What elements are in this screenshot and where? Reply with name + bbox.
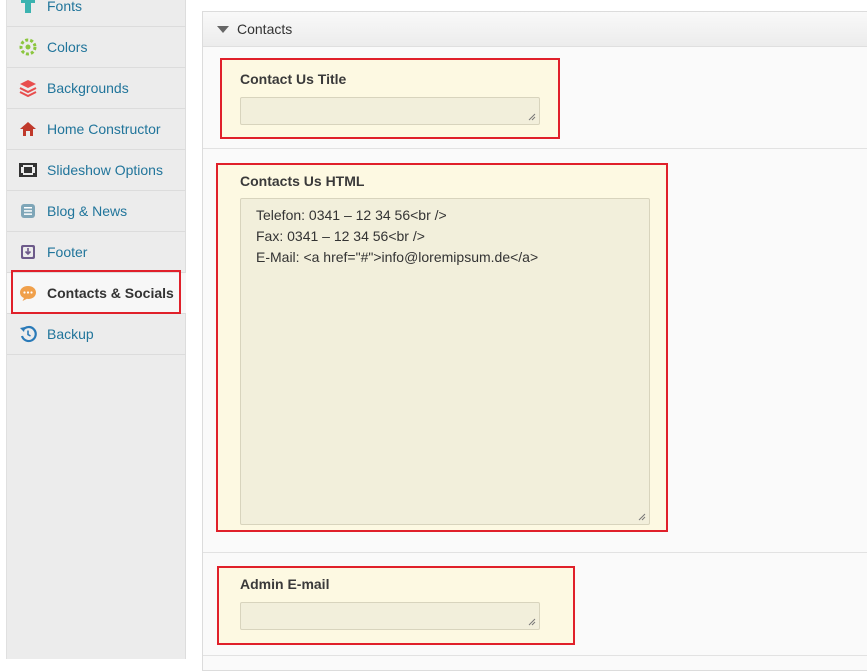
admin-email-field: Admin E-mail: [217, 566, 575, 645]
sidebar-item-label: Home Constructor: [47, 121, 161, 137]
sidebar-item-label: Colors: [47, 39, 88, 55]
chat-bubble-icon: [20, 286, 36, 301]
film-icon: [19, 163, 37, 177]
sidebar-item-label: Backup: [47, 326, 94, 342]
row-divider: [203, 655, 867, 656]
sidebar-item-home-constructor[interactable]: Home Constructor: [7, 109, 186, 150]
contacts-html-field: Contacts Us HTML Telefon: 0341 – 12 34 5…: [216, 163, 668, 532]
home-icon: [20, 122, 36, 136]
contact-title-input[interactable]: [240, 97, 540, 125]
sidebar-item-footer[interactable]: Footer: [7, 232, 186, 273]
admin-email-label: Admin E-mail: [240, 576, 330, 592]
backup-icon: [20, 325, 37, 343]
row-divider: [203, 148, 867, 149]
sidebar-item-colors[interactable]: Colors: [7, 27, 186, 68]
row-divider: [203, 552, 867, 553]
resize-grip-icon[interactable]: [638, 513, 646, 521]
section-title: Contacts: [237, 21, 293, 37]
sidebar-item-label: Backgrounds: [47, 80, 129, 96]
contact-title-field: Contact Us Title: [220, 58, 560, 139]
fonts-icon: [21, 0, 35, 13]
sidebar-item-label: Fonts: [47, 0, 83, 14]
contact-title-label: Contact Us Title: [240, 71, 347, 87]
admin-email-input[interactable]: [240, 602, 540, 630]
sidebar-item-slideshow-options[interactable]: Slideshow Options: [7, 150, 186, 191]
contacts-html-label: Contacts Us HTML: [240, 173, 365, 189]
sidebar-item-label: Blog & News: [47, 203, 128, 219]
sidebar-item-blog-news[interactable]: Blog & News: [7, 191, 186, 232]
sidebar-item-label: Footer: [47, 244, 88, 260]
contacts-html-value: Telefon: 0341 – 12 34 56<br /> Fax: 0341…: [256, 207, 539, 265]
settings-panel: Contacts Contact Us Title Contacts Us HT…: [202, 11, 867, 671]
sidebar: Fonts Colors Backgrounds Home Constructo…: [6, 0, 186, 659]
resize-grip-icon[interactable]: [528, 113, 536, 121]
sidebar-item-label: Contacts & Socials: [47, 285, 174, 301]
sidebar-item-fonts[interactable]: Fonts: [7, 0, 186, 27]
footer-icon: [21, 245, 35, 259]
collapse-arrow-icon: [217, 26, 229, 33]
sidebar-item-label: Slideshow Options: [47, 162, 163, 178]
colors-icon: [19, 38, 37, 56]
sidebar-item-backgrounds[interactable]: Backgrounds: [7, 68, 186, 109]
sidebar-item-contacts-socials[interactable]: Contacts & Socials: [7, 273, 186, 314]
backgrounds-icon: [19, 80, 37, 97]
contacts-html-textarea[interactable]: Telefon: 0341 – 12 34 56<br /> Fax: 0341…: [240, 198, 650, 525]
section-toggle-contacts[interactable]: Contacts: [203, 12, 867, 47]
blog-icon: [21, 204, 35, 218]
resize-grip-icon[interactable]: [528, 618, 536, 626]
sidebar-item-backup[interactable]: Backup: [7, 314, 186, 355]
